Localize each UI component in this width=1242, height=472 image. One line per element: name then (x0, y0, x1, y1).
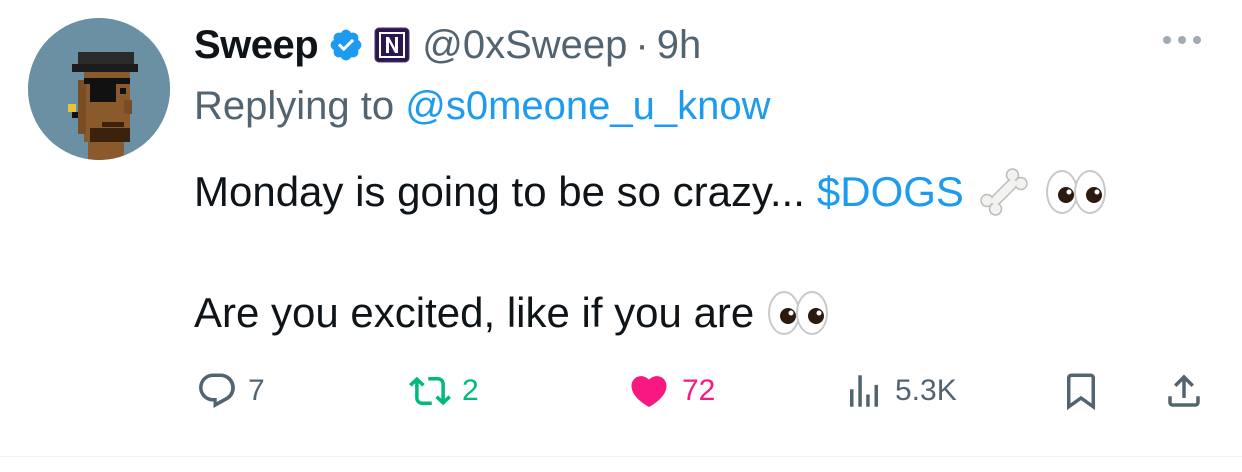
tweet-header: Sweep @0xSweep · 9h (194, 17, 701, 73)
bookmark-icon (1067, 373, 1095, 411)
reply-count: 7 (248, 374, 265, 407)
share-button[interactable] (1163, 366, 1205, 416)
reply-button[interactable]: 7 (196, 366, 265, 416)
avatar-pixel-art (28, 18, 170, 160)
verified-badge-icon[interactable] (328, 27, 364, 63)
retweet-button[interactable]: 2 (408, 366, 479, 416)
replying-to-mention[interactable]: @s0meone_u_know (405, 84, 770, 128)
avatar[interactable] (28, 18, 170, 160)
replying-prefix: Replying to (194, 84, 406, 128)
tweet-text-line-2: Are you excited, like if you are (194, 288, 830, 338)
like-count: 72 (682, 374, 716, 407)
views-icon (850, 375, 878, 407)
author-handle[interactable]: @0xSweep (422, 23, 627, 68)
tweet-text-line-1: Monday is going to be so crazy... $DOGS (194, 164, 1108, 220)
retweet-count: 2 (462, 374, 479, 407)
eyes-emoji (766, 288, 830, 338)
views-button[interactable]: 5.3K (843, 366, 957, 416)
separator-dot: · (635, 22, 649, 67)
author-name[interactable]: Sweep (194, 23, 319, 68)
eyes-emoji (1044, 167, 1108, 217)
tweet-text-2: Are you excited, like if you are (194, 289, 755, 336)
timestamp[interactable]: 9h (657, 23, 702, 68)
replying-to: Replying to @s0meone_u_know (194, 84, 771, 129)
more-icon[interactable] (1163, 36, 1201, 44)
cashtag-link[interactable]: $DOGS (817, 168, 964, 216)
heart-icon (631, 376, 667, 408)
share-icon (1168, 374, 1200, 407)
reply-icon (199, 373, 235, 408)
tweet-text-1: Monday is going to be so crazy... (194, 168, 805, 215)
divider (0, 456, 1242, 457)
views-count: 5.3K (895, 374, 957, 407)
affiliation-badge-icon[interactable] (374, 27, 410, 63)
like-button[interactable]: 72 (626, 366, 715, 416)
retweet-icon (409, 376, 451, 406)
action-bar: 7 2 72 5.3K (0, 366, 1242, 416)
bookmark-button[interactable] (1060, 366, 1102, 416)
bone-emoji (976, 164, 1032, 220)
